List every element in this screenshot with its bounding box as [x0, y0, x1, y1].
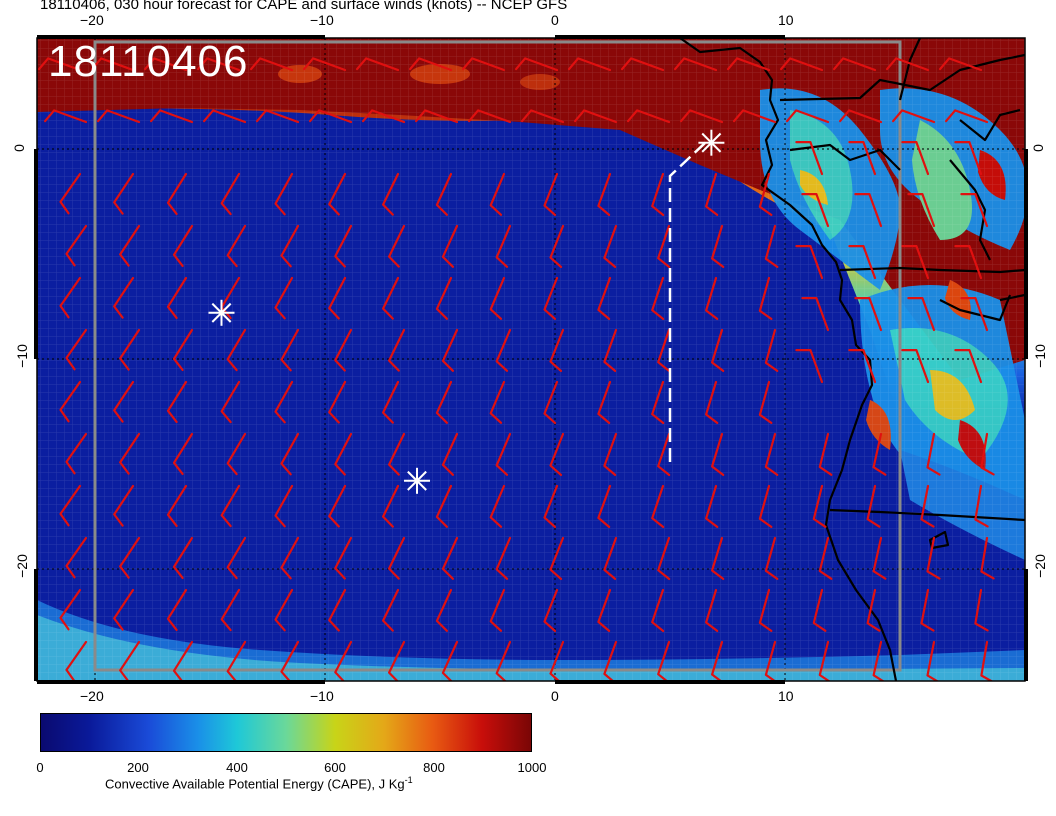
colorbar-tick-600: 600	[324, 760, 346, 775]
x-tick-bottom-2: −10	[310, 688, 334, 704]
x-tick-bottom-1: −20	[80, 688, 104, 704]
x-tick-top-4: 10	[778, 12, 794, 28]
y-tick-right-1: 0	[1029, 144, 1046, 152]
y-tick-right-2: −10	[1031, 344, 1048, 368]
wind-barb	[868, 694, 880, 735]
colorbar	[40, 713, 532, 752]
wind-barb	[598, 694, 610, 735]
x-tick-top-2: −10	[310, 12, 334, 28]
star-marker-3	[698, 129, 725, 156]
colorbar-tick-200: 200	[127, 760, 149, 775]
wind-barb	[975, 694, 987, 734]
colorbar-tick-1000: 1000	[517, 760, 547, 775]
x-tick-bottom-4: 10	[778, 688, 794, 704]
x-tick-bottom-3: 0	[551, 688, 559, 704]
wind-barb	[922, 694, 934, 735]
cape-wind-map	[34, 35, 1028, 735]
wind-barb	[706, 694, 717, 735]
date-stamp: 18110406	[48, 37, 249, 86]
y-tick-left-2: −10	[13, 344, 30, 368]
wind-barb	[760, 694, 771, 735]
star-marker-1	[208, 299, 235, 326]
colorbar-tick-0: 0	[36, 760, 44, 775]
y-tick-right-3: −20	[1031, 554, 1048, 578]
wind-barb	[652, 694, 663, 735]
colorbar-tick-400: 400	[226, 760, 248, 775]
y-tick-left-1: 0	[10, 144, 27, 152]
y-tick-left-3: −20	[13, 554, 30, 578]
wind-barb	[814, 694, 826, 735]
x-tick-top-3: 0	[551, 12, 559, 28]
colorbar-label: Convective Available Potential Energy (C…	[105, 775, 413, 792]
star-marker-2	[404, 467, 430, 494]
x-tick-top-1: −20	[80, 12, 104, 28]
colorbar-tick-800: 800	[423, 760, 445, 775]
